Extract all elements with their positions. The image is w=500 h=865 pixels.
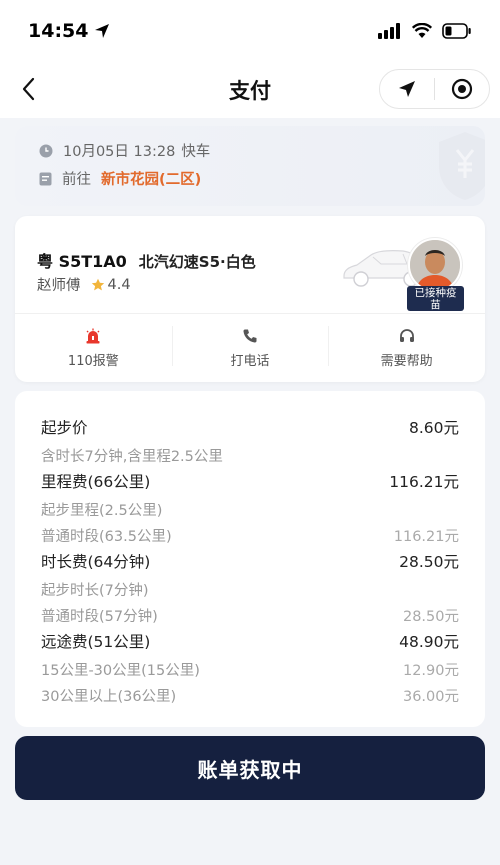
fee-amount: 12.90元 bbox=[402, 662, 459, 679]
driver-avatar[interactable] bbox=[408, 238, 462, 292]
clock-icon bbox=[39, 144, 53, 157]
fee-row: 普通时段(63.5公里) 116.21元 bbox=[41, 523, 459, 547]
vehicle-line: 粤 S5T1A0 北汽幻速S5·白色 bbox=[37, 248, 256, 272]
fee-row: 时长费(64分钟) 28.50元 bbox=[41, 549, 459, 573]
fee-label: 起步时长(7分钟) bbox=[41, 582, 149, 599]
rating-value: 4.4 bbox=[107, 276, 131, 293]
wifi-icon bbox=[412, 23, 432, 38]
trip-datetime: 10月05日 13:28 bbox=[63, 144, 176, 160]
headset-icon bbox=[399, 328, 414, 342]
ride-type: 快车 bbox=[181, 144, 211, 160]
fee-row: 30公里以上(36公里) 36.00元 bbox=[41, 683, 459, 707]
trip-time-row: 10月05日 13:28 快车 bbox=[39, 140, 210, 161]
fee-label: 普通时段(63.5公里) bbox=[41, 528, 172, 545]
cellular-signal-icon bbox=[378, 23, 400, 39]
navigation-arrow-icon bbox=[399, 81, 415, 97]
driver-rating: 4.4 bbox=[91, 277, 131, 293]
destination-name: 新市花园(二区) bbox=[101, 172, 202, 188]
vaccinated-badge-line1: 已接种疫 bbox=[414, 287, 457, 299]
status-time: 14:54 bbox=[28, 20, 110, 42]
fee-amount: 8.60元 bbox=[408, 419, 459, 437]
fee-row: 15公里-30公里(15公里) 12.90元 bbox=[41, 657, 459, 681]
dest-prefix: 前往 bbox=[62, 172, 91, 188]
fee-breakdown-card: 起步价 8.60元 含时长7分钟,含里程2.5公里 里程费(66公里) 116.… bbox=[15, 391, 485, 727]
bill-loading-button[interactable]: 账单获取中 bbox=[15, 736, 485, 800]
call-label: 打电话 bbox=[230, 353, 270, 369]
fee-label: 含时长7分钟,含里程2.5公里 bbox=[41, 448, 223, 465]
nav-bar: 支付 bbox=[0, 62, 500, 118]
vaccinated-badge: 已接种疫 苗 bbox=[407, 286, 464, 311]
driver-line: 赵师傅 4.4 bbox=[37, 274, 131, 295]
driver-actions: 110报警 打电话 需要帮助 bbox=[15, 314, 485, 382]
trip-destination-row: 前往 新市花园(二区) bbox=[39, 168, 201, 189]
star-icon bbox=[91, 278, 104, 290]
document-icon bbox=[39, 172, 52, 185]
fee-label: 远途费(51公里) bbox=[41, 633, 151, 651]
fee-amount: 116.21元 bbox=[393, 528, 459, 545]
chevron-left-icon bbox=[22, 77, 35, 101]
alarm-110-button[interactable]: 110报警 bbox=[15, 314, 172, 382]
trip-info-card: 10月05日 13:28 快车 前往 新市花园(二区) bbox=[15, 126, 485, 206]
fee-row: 起步价 8.60元 bbox=[41, 415, 459, 439]
page-title: 支付 bbox=[229, 79, 271, 103]
yuan-shield-icon bbox=[439, 132, 485, 200]
close-miniprogram-button[interactable] bbox=[435, 70, 489, 108]
need-help-button[interactable]: 需要帮助 bbox=[328, 314, 485, 382]
driver-name: 赵师傅 bbox=[37, 278, 81, 294]
fee-row: 普通时段(57分钟) 28.50元 bbox=[41, 603, 459, 627]
location-arrow-icon bbox=[95, 24, 110, 38]
alarm-label: 110报警 bbox=[67, 353, 119, 369]
fee-amount: 36.00元 bbox=[402, 688, 459, 705]
license-plate: 粤 S5T1A0 bbox=[37, 252, 127, 271]
fee-label: 普通时段(57分钟) bbox=[41, 608, 158, 625]
fee-amount: 116.21元 bbox=[389, 473, 459, 491]
status-bar: 14:54 bbox=[0, 0, 500, 62]
car-model: 北汽幻速S5·白色 bbox=[138, 253, 256, 271]
fee-row: 起步时长(7分钟) bbox=[41, 577, 459, 601]
phone-icon bbox=[243, 329, 257, 343]
alarm-icon bbox=[86, 328, 100, 343]
fee-label: 时长费(64分钟) bbox=[41, 553, 151, 571]
fee-label: 30公里以上(36公里) bbox=[41, 688, 177, 705]
fee-label: 起步价 bbox=[41, 419, 88, 437]
fee-row: 含时长7分钟,含里程2.5公里 bbox=[41, 443, 459, 467]
fee-label: 15公里-30公里(15公里) bbox=[41, 662, 200, 679]
fee-row: 里程费(66公里) 116.21元 bbox=[41, 469, 459, 493]
fee-amount: 28.50元 bbox=[399, 553, 459, 571]
mini-program-capsule bbox=[379, 69, 490, 109]
help-label: 需要帮助 bbox=[380, 353, 433, 369]
fee-label: 里程费(66公里) bbox=[41, 473, 151, 491]
fee-row: 远途费(51公里) 48.90元 bbox=[41, 629, 459, 653]
driver-card: 粤 S5T1A0 北汽幻速S5·白色 赵师傅 4.4 已接种疫 苗 110报警 … bbox=[15, 216, 485, 382]
location-button[interactable] bbox=[380, 70, 434, 108]
fee-amount: 48.90元 bbox=[399, 633, 459, 651]
call-driver-button[interactable]: 打电话 bbox=[171, 314, 329, 382]
battery-icon bbox=[442, 23, 471, 39]
fee-label: 起步里程(2.5公里) bbox=[41, 502, 163, 519]
fee-row: 起步里程(2.5公里) bbox=[41, 497, 459, 521]
status-time-text: 14:54 bbox=[28, 20, 89, 42]
fee-amount: 28.50元 bbox=[402, 608, 459, 625]
vaccinated-badge-line2: 苗 bbox=[430, 299, 441, 311]
back-button[interactable] bbox=[14, 74, 44, 104]
status-indicators bbox=[378, 23, 472, 39]
target-circle-icon bbox=[451, 78, 473, 100]
driver-photo bbox=[410, 240, 460, 290]
